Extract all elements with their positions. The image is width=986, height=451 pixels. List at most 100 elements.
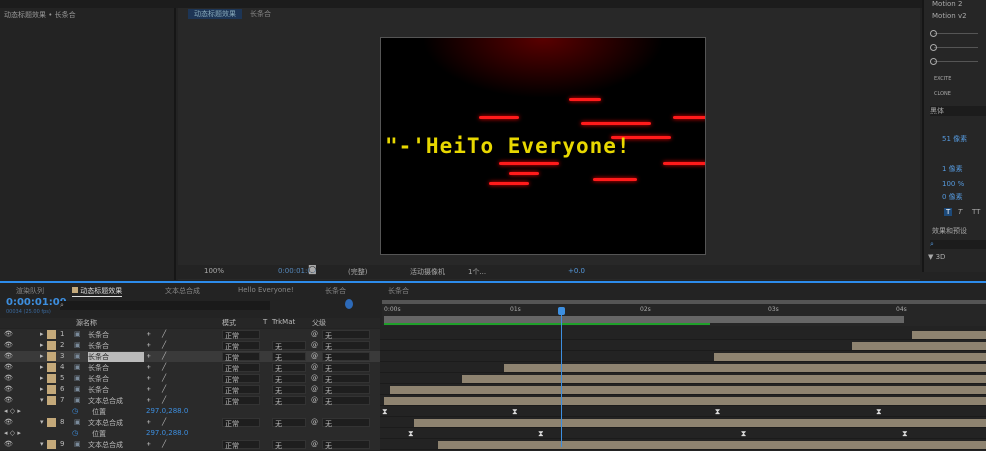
parent-pickwhip-icon[interactable]: @	[311, 330, 318, 338]
property-value[interactable]: 297.0,288.0	[146, 407, 188, 415]
table-row[interactable]: 👁 ▾ 7 ▣ 文本总合成 ᚐ ╱ 正常 无 @ 无	[0, 395, 986, 406]
trkmat-select[interactable]: 无	[272, 385, 306, 395]
quality-switch-icon[interactable]: ╱	[162, 396, 166, 404]
visibility-eye-icon[interactable]: 👁	[4, 374, 13, 382]
table-row[interactable]: 👁 ▸ 4 ▣ 长条合 ᚐ ╱ 正常 无 @ 无	[0, 362, 986, 373]
layer-duration-bar[interactable]	[852, 342, 986, 350]
layer-name[interactable]: 文本总合成	[88, 440, 123, 450]
mode-select[interactable]: 正常	[222, 396, 260, 406]
property-row[interactable]: ◂ ◇ ▸ ◷ 位置 297.0,288.0 ⧗ ⧗ ⧗ ⧗	[0, 428, 986, 439]
parent-select[interactable]: 无	[322, 330, 370, 340]
layer-name[interactable]: 长条合	[88, 352, 144, 362]
expand-arrow-icon[interactable]: ▾	[40, 418, 44, 426]
keyframe[interactable]: ⧗	[902, 429, 908, 439]
layer-name[interactable]: 长条合	[88, 363, 109, 373]
parent-pickwhip-icon[interactable]: @	[311, 374, 318, 382]
label-color[interactable]	[47, 374, 56, 383]
resolution-select[interactable]: (完整)	[348, 267, 367, 277]
work-area-bar[interactable]	[384, 316, 904, 323]
visibility-eye-icon[interactable]: 👁	[4, 363, 13, 371]
table-row[interactable]: 👁 ▸ 6 ▣ 长条合 ᚐ ╱ 正常 无 @ 无	[0, 384, 986, 395]
parent-pickwhip-icon[interactable]: @	[311, 385, 318, 393]
visibility-eye-icon[interactable]: 👁	[4, 341, 13, 349]
trkmat-select[interactable]: 无	[272, 396, 306, 406]
excite-button[interactable]: EXCITE	[934, 76, 951, 82]
stopwatch-icon[interactable]: ◷	[72, 429, 78, 437]
label-color[interactable]	[47, 330, 56, 339]
camera-select[interactable]: 活动摄像机	[410, 267, 445, 277]
scale-field[interactable]: 100 %	[942, 180, 964, 188]
mode-select[interactable]: 正常	[222, 418, 260, 428]
mode-select[interactable]: 正常	[222, 374, 260, 384]
expand-arrow-icon[interactable]: ▸	[40, 385, 44, 393]
tab-bar-comp[interactable]: 长条合	[325, 286, 346, 296]
visibility-eye-icon[interactable]: 👁	[4, 440, 13, 448]
stopwatch-icon[interactable]: ◷	[72, 407, 78, 415]
parent-pickwhip-icon[interactable]: @	[311, 363, 318, 371]
project-breadcrumb[interactable]: 动态标题效果 • 长条合	[4, 10, 76, 20]
layer-duration-bar[interactable]	[414, 419, 986, 427]
parent-select[interactable]: 无	[322, 363, 370, 373]
mode-select[interactable]: 正常	[222, 385, 260, 395]
parent-pickwhip-icon[interactable]: @	[311, 440, 318, 448]
property-row[interactable]: ◂ ◇ ▸ ◷ 位置 297.0,288.0 ⧗ ⧗ ⧗ ⧗	[0, 406, 986, 417]
quality-switch-icon[interactable]: ╱	[162, 385, 166, 393]
trkmat-select[interactable]: 无	[272, 352, 306, 362]
viewer-tab-bar[interactable]: 长条合	[250, 9, 271, 19]
mode-select[interactable]: 正常	[222, 363, 260, 373]
parent-select[interactable]: 无	[322, 374, 370, 384]
parent-pickwhip-icon[interactable]: @	[311, 396, 318, 404]
time-ruler[interactable]: 0:00s 01s 02s 03s 04s	[382, 300, 986, 326]
visibility-eye-icon[interactable]: 👁	[4, 385, 13, 393]
trkmat-select[interactable]: 无	[272, 418, 306, 428]
keyframe[interactable]: ⧗	[741, 429, 747, 439]
keyframe[interactable]: ⧗	[715, 407, 721, 417]
navigator-bar[interactable]	[382, 300, 986, 304]
parent-select[interactable]: 无	[322, 341, 370, 351]
tab-render-queue[interactable]: 渲染队列	[16, 286, 44, 296]
trkmat-select[interactable]: 无	[272, 363, 306, 373]
faux-italic-button[interactable]: T	[958, 208, 962, 216]
tab-motion-title[interactable]: 动态标题效果	[72, 286, 123, 297]
expand-arrow-icon[interactable]: ▸	[40, 330, 44, 338]
layer-duration-bar[interactable]	[384, 397, 986, 405]
layer-duration-bar[interactable]	[390, 386, 986, 394]
clone-button[interactable]: CLONE	[934, 91, 951, 97]
quality-switch-icon[interactable]: ╱	[162, 418, 166, 426]
parent-select[interactable]: 无	[322, 352, 370, 362]
motion-slider[interactable]	[930, 58, 978, 65]
layer-name[interactable]: 长条合	[88, 341, 109, 351]
tab-hello-everyone[interactable]: Hello Everyone!	[238, 286, 294, 294]
quality-switch-icon[interactable]: ╱	[162, 440, 166, 448]
parent-select[interactable]: 无	[322, 385, 370, 395]
layer-duration-bar[interactable]	[462, 375, 986, 383]
shy-switch-icon[interactable]: ᚐ	[147, 418, 150, 426]
font-select[interactable]: 黑体	[930, 106, 986, 116]
motion-slider[interactable]	[930, 44, 978, 51]
table-row[interactable]: 👁 ▾ 8 ▣ 文本总合成 ᚐ ╱ 正常 无 @ 无	[0, 417, 986, 428]
current-timecode[interactable]: 0:00:01:09	[6, 297, 67, 308]
camera-snapshot-icon[interactable]: ◙	[308, 265, 317, 275]
property-value[interactable]: 297.0,288.0	[146, 429, 188, 437]
zoom-select[interactable]: 100%	[204, 267, 224, 275]
all-caps-button[interactable]: TT	[972, 208, 980, 216]
viewer-tab-main[interactable]: 动态标题效果	[188, 9, 242, 19]
label-color[interactable]	[47, 363, 56, 372]
layer-search-input[interactable]: ⌕	[60, 301, 270, 310]
motion-slider[interactable]	[930, 30, 978, 37]
label-color[interactable]	[47, 396, 56, 405]
visibility-eye-icon[interactable]: 👁	[4, 396, 13, 404]
expand-arrow-icon[interactable]: ▾	[40, 396, 44, 404]
layer-name[interactable]: 文本总合成	[88, 396, 123, 406]
effects-search-input[interactable]: ⌕	[930, 240, 986, 249]
expand-arrow-icon[interactable]: ▸	[40, 352, 44, 360]
mode-select[interactable]: 正常	[222, 341, 260, 351]
table-row[interactable]: 👁 ▸ 3 ▣ 长条合 ᚐ ╱ 正常 无 @ 无	[0, 351, 986, 362]
table-row[interactable]: 👁 ▸ 1 ▣ 长条合 ᚐ ╱ 正常 @ 无	[0, 329, 986, 340]
shy-switch-icon[interactable]: ᚐ	[147, 396, 150, 404]
composition-canvas[interactable]: "-'HeiTo Everyone!	[380, 37, 706, 255]
exposure-value[interactable]: +0.0	[568, 267, 585, 275]
table-row[interactable]: 👁 ▸ 5 ▣ 长条合 ᚐ ╱ 正常 无 @ 无	[0, 373, 986, 384]
keyframe[interactable]: ⧗	[382, 407, 388, 417]
layer-duration-bar[interactable]	[912, 331, 986, 339]
